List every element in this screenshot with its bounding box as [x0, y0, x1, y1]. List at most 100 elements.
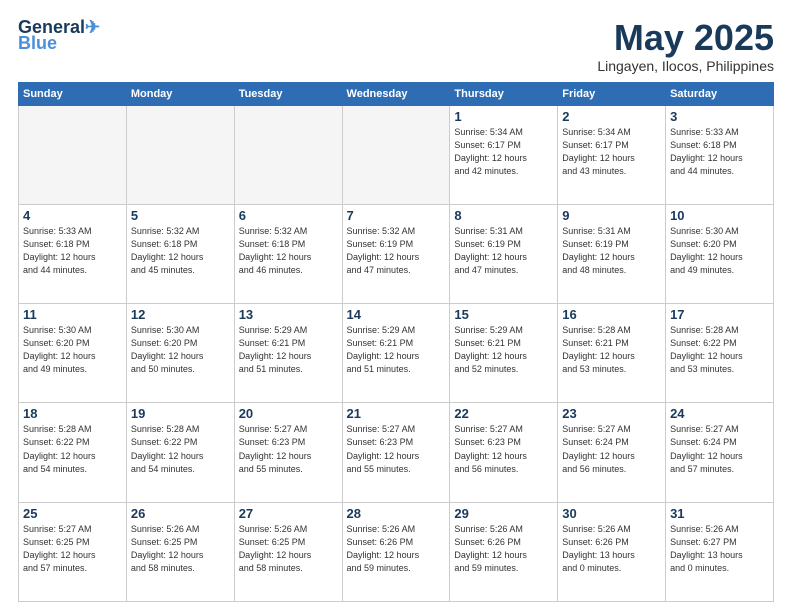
day-info: Sunrise: 5:27 AM Sunset: 6:24 PM Dayligh…	[562, 423, 661, 475]
day-info: Sunrise: 5:27 AM Sunset: 6:23 PM Dayligh…	[454, 423, 553, 475]
calendar-cell: 6 Sunrise: 5:32 AM Sunset: 6:18 PM Daylig…	[234, 204, 342, 303]
day-info: Sunrise: 5:27 AM Sunset: 6:23 PM Dayligh…	[239, 423, 338, 475]
calendar-cell: 17 Sunrise: 5:28 AM Sunset: 6:22 PM Dayli…	[666, 304, 774, 403]
week-row-1: 1 Sunrise: 5:34 AM Sunset: 6:17 PM Daylig…	[19, 105, 774, 204]
calendar-cell: 22 Sunrise: 5:27 AM Sunset: 6:23 PM Dayli…	[450, 403, 558, 502]
day-info: Sunrise: 5:28 AM Sunset: 6:22 PM Dayligh…	[670, 324, 769, 376]
calendar-cell: 29 Sunrise: 5:26 AM Sunset: 6:26 PM Dayli…	[450, 502, 558, 601]
week-row-2: 4 Sunrise: 5:33 AM Sunset: 6:18 PM Daylig…	[19, 204, 774, 303]
day-info: Sunrise: 5:26 AM Sunset: 6:26 PM Dayligh…	[562, 523, 661, 575]
day-info: Sunrise: 5:33 AM Sunset: 6:18 PM Dayligh…	[23, 225, 122, 277]
calendar-cell: 31 Sunrise: 5:26 AM Sunset: 6:27 PM Dayli…	[666, 502, 774, 601]
weekday-header-saturday: Saturday	[666, 82, 774, 105]
weekday-header-tuesday: Tuesday	[234, 82, 342, 105]
day-number: 31	[670, 506, 769, 521]
calendar-cell: 11 Sunrise: 5:30 AM Sunset: 6:20 PM Dayli…	[19, 304, 127, 403]
calendar-cell: 12 Sunrise: 5:30 AM Sunset: 6:20 PM Dayli…	[126, 304, 234, 403]
location: Lingayen, Ilocos, Philippines	[597, 58, 774, 74]
day-number: 16	[562, 307, 661, 322]
day-number: 28	[347, 506, 446, 521]
calendar-cell: 16 Sunrise: 5:28 AM Sunset: 6:21 PM Dayli…	[558, 304, 666, 403]
calendar-cell: 21Sunrise: 5:27 AM Sunset: 6:23 PM Dayli…	[342, 403, 450, 502]
day-number: 27	[239, 506, 338, 521]
week-row-3: 11 Sunrise: 5:30 AM Sunset: 6:20 PM Dayli…	[19, 304, 774, 403]
calendar-cell: 9Sunrise: 5:31 AM Sunset: 6:19 PM Daylig…	[558, 204, 666, 303]
day-number: 15	[454, 307, 553, 322]
title-area: May 2025 Lingayen, Ilocos, Philippines	[597, 18, 774, 74]
day-info: Sunrise: 5:28 AM Sunset: 6:21 PM Dayligh…	[562, 324, 661, 376]
day-number: 24	[670, 406, 769, 421]
calendar-cell: 5Sunrise: 5:32 AM Sunset: 6:18 PM Daylig…	[126, 204, 234, 303]
calendar-cell: 20Sunrise: 5:27 AM Sunset: 6:23 PM Dayli…	[234, 403, 342, 502]
day-info: Sunrise: 5:27 AM Sunset: 6:23 PM Dayligh…	[347, 423, 446, 475]
day-number: 14	[347, 307, 446, 322]
calendar-cell: 24 Sunrise: 5:27 AM Sunset: 6:24 PM Dayli…	[666, 403, 774, 502]
calendar-cell	[234, 105, 342, 204]
day-number: 22	[454, 406, 553, 421]
calendar-cell: 15 Sunrise: 5:29 AM Sunset: 6:21 PM Dayli…	[450, 304, 558, 403]
day-number: 19	[131, 406, 230, 421]
day-number: 12	[131, 307, 230, 322]
day-info: Sunrise: 5:34 AM Sunset: 6:17 PM Dayligh…	[454, 126, 553, 178]
calendar-table: SundayMondayTuesdayWednesdayThursdayFrid…	[18, 82, 774, 602]
day-info: Sunrise: 5:31 AM Sunset: 6:19 PM Dayligh…	[454, 225, 553, 277]
week-row-4: 18 Sunrise: 5:28 AM Sunset: 6:22 PM Dayli…	[19, 403, 774, 502]
calendar-cell	[342, 105, 450, 204]
day-number: 1	[454, 109, 553, 124]
day-number: 26	[131, 506, 230, 521]
calendar-cell: 2Sunrise: 5:34 AM Sunset: 6:17 PM Daylig…	[558, 105, 666, 204]
logo-blue: Blue	[18, 34, 57, 52]
calendar-cell: 26 Sunrise: 5:26 AM Sunset: 6:25 PM Dayli…	[126, 502, 234, 601]
calendar-cell	[126, 105, 234, 204]
calendar-cell: 18 Sunrise: 5:28 AM Sunset: 6:22 PM Dayli…	[19, 403, 127, 502]
day-info: Sunrise: 5:30 AM Sunset: 6:20 PM Dayligh…	[670, 225, 769, 277]
day-number: 30	[562, 506, 661, 521]
month-year: May 2025	[597, 18, 774, 58]
day-number: 9	[562, 208, 661, 223]
day-info: Sunrise: 5:29 AM Sunset: 6:21 PM Dayligh…	[347, 324, 446, 376]
day-number: 13	[239, 307, 338, 322]
header: General✈ Blue May 2025 Lingayen, Ilocos,…	[18, 18, 774, 74]
weekday-header-friday: Friday	[558, 82, 666, 105]
day-number: 29	[454, 506, 553, 521]
day-info: Sunrise: 5:34 AM Sunset: 6:17 PM Dayligh…	[562, 126, 661, 178]
weekday-header-wednesday: Wednesday	[342, 82, 450, 105]
calendar-cell: 30 Sunrise: 5:26 AM Sunset: 6:26 PM Dayli…	[558, 502, 666, 601]
page: General✈ Blue May 2025 Lingayen, Ilocos,…	[0, 0, 792, 612]
calendar-cell: 10 Sunrise: 5:30 AM Sunset: 6:20 PM Dayli…	[666, 204, 774, 303]
day-number: 11	[23, 307, 122, 322]
day-number: 4	[23, 208, 122, 223]
day-info: Sunrise: 5:27 AM Sunset: 6:24 PM Dayligh…	[670, 423, 769, 475]
day-number: 25	[23, 506, 122, 521]
day-info: Sunrise: 5:26 AM Sunset: 6:26 PM Dayligh…	[347, 523, 446, 575]
day-info: Sunrise: 5:26 AM Sunset: 6:25 PM Dayligh…	[239, 523, 338, 575]
day-info: Sunrise: 5:33 AM Sunset: 6:18 PM Dayligh…	[670, 126, 769, 178]
weekday-header-row: SundayMondayTuesdayWednesdayThursdayFrid…	[19, 82, 774, 105]
logo: General✈ Blue	[18, 18, 100, 52]
day-number: 17	[670, 307, 769, 322]
calendar-cell: 13 Sunrise: 5:29 AM Sunset: 6:21 PM Dayli…	[234, 304, 342, 403]
day-info: Sunrise: 5:28 AM Sunset: 6:22 PM Dayligh…	[23, 423, 122, 475]
day-info: Sunrise: 5:28 AM Sunset: 6:22 PM Dayligh…	[131, 423, 230, 475]
day-info: Sunrise: 5:29 AM Sunset: 6:21 PM Dayligh…	[454, 324, 553, 376]
day-number: 5	[131, 208, 230, 223]
calendar-cell: 28 Sunrise: 5:26 AM Sunset: 6:26 PM Dayli…	[342, 502, 450, 601]
weekday-header-thursday: Thursday	[450, 82, 558, 105]
calendar-cell: 14 Sunrise: 5:29 AM Sunset: 6:21 PM Dayli…	[342, 304, 450, 403]
weekday-header-sunday: Sunday	[19, 82, 127, 105]
day-info: Sunrise: 5:27 AM Sunset: 6:25 PM Dayligh…	[23, 523, 122, 575]
day-info: Sunrise: 5:26 AM Sunset: 6:26 PM Dayligh…	[454, 523, 553, 575]
day-info: Sunrise: 5:30 AM Sunset: 6:20 PM Dayligh…	[23, 324, 122, 376]
day-info: Sunrise: 5:30 AM Sunset: 6:20 PM Dayligh…	[131, 324, 230, 376]
day-info: Sunrise: 5:29 AM Sunset: 6:21 PM Dayligh…	[239, 324, 338, 376]
day-info: Sunrise: 5:26 AM Sunset: 6:25 PM Dayligh…	[131, 523, 230, 575]
day-number: 7	[347, 208, 446, 223]
day-info: Sunrise: 5:26 AM Sunset: 6:27 PM Dayligh…	[670, 523, 769, 575]
calendar-cell: 19 Sunrise: 5:28 AM Sunset: 6:22 PM Dayli…	[126, 403, 234, 502]
day-number: 8	[454, 208, 553, 223]
calendar-cell: 7Sunrise: 5:32 AM Sunset: 6:19 PM Daylig…	[342, 204, 450, 303]
day-number: 18	[23, 406, 122, 421]
day-info: Sunrise: 5:32 AM Sunset: 6:18 PM Dayligh…	[239, 225, 338, 277]
day-number: 10	[670, 208, 769, 223]
day-number: 6	[239, 208, 338, 223]
